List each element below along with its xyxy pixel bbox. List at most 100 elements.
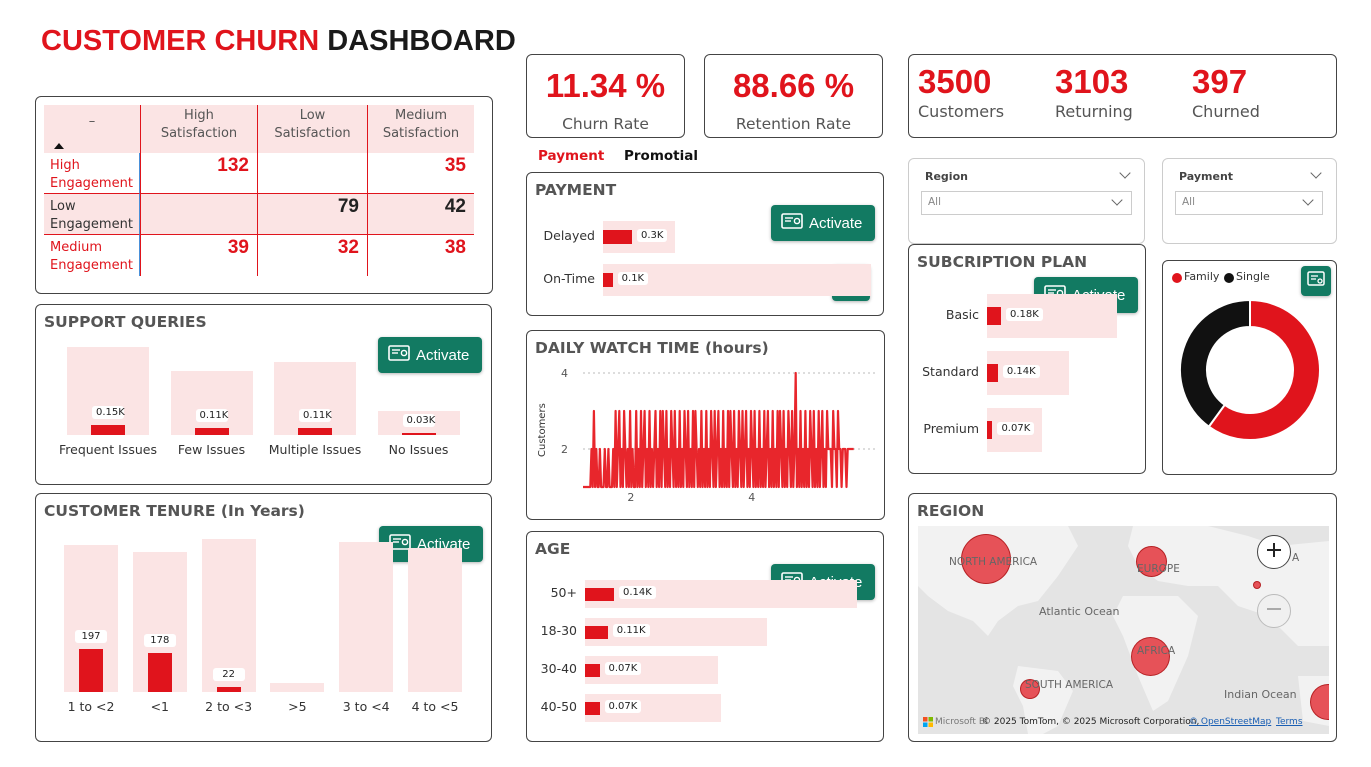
matrix-row-header[interactable]: Medium Engagement bbox=[44, 235, 140, 276]
returning-label: Returning bbox=[1055, 102, 1133, 121]
subscription-plan-card: SUBCRIPTION PLAN Activate 0.18KBasic0.14… bbox=[908, 244, 1146, 474]
map-label-asia: A bbox=[1292, 552, 1300, 564]
daily-watch-time-chart: 4 2 2 4 Customers bbox=[537, 367, 875, 504]
matrix-row-header[interactable]: High Engagement bbox=[44, 153, 140, 194]
matrix-column-header[interactable]: Medium Satisfaction bbox=[367, 105, 474, 153]
bubble-asia[interactable] bbox=[1253, 581, 1261, 589]
y-tick-label: 4 bbox=[561, 367, 568, 380]
bar[interactable] bbox=[603, 273, 613, 287]
bar-background bbox=[170, 370, 253, 435]
donut-slice[interactable] bbox=[1179, 298, 1251, 429]
map-label-south-america: SOUTH AMERICA bbox=[1025, 679, 1114, 691]
data-label: 0.11K bbox=[612, 624, 650, 637]
churn-rate-kpi: 11.34 % Churn Rate bbox=[526, 54, 685, 138]
category-label: 30-40 bbox=[540, 661, 577, 676]
payment-card: PAYMENT Activate 0.3K Delayed 0.1K On-Time bbox=[526, 172, 884, 316]
plus-icon bbox=[1264, 540, 1284, 564]
bar[interactable] bbox=[147, 653, 172, 692]
category-label: Basic bbox=[945, 307, 979, 322]
matrix-value-cell[interactable]: 35 bbox=[367, 153, 474, 194]
y-axis-label: Customers bbox=[537, 403, 548, 457]
data-label: 0.18K bbox=[1006, 308, 1043, 321]
churned-value: 397 bbox=[1192, 63, 1248, 100]
chevron-down-icon[interactable] bbox=[1310, 167, 1322, 179]
matrix-value-cell[interactable] bbox=[257, 153, 367, 194]
plan-type-donut bbox=[1179, 298, 1321, 441]
region-slicer-label: Region bbox=[925, 170, 968, 183]
map-label-africa: AFRICA bbox=[1137, 645, 1176, 657]
region-map-title: REGION bbox=[917, 502, 985, 520]
data-label: 0.03K bbox=[402, 414, 435, 427]
zoom-out-button[interactable] bbox=[1257, 594, 1291, 628]
bar[interactable] bbox=[585, 701, 600, 715]
terms-link[interactable]: Terms bbox=[1276, 717, 1303, 727]
payment-dropdown[interactable]: All bbox=[1175, 191, 1323, 215]
data-label: 0.07K bbox=[997, 422, 1035, 435]
data-label: 0.07K bbox=[604, 662, 642, 675]
activate-button[interactable]: Activate bbox=[771, 205, 875, 241]
watch-time-line[interactable] bbox=[583, 371, 854, 489]
matrix-column-header[interactable]: High Satisfaction bbox=[140, 105, 257, 153]
bar[interactable] bbox=[91, 425, 125, 435]
matrix-value-cell[interactable]: 39 bbox=[140, 235, 257, 276]
bar[interactable] bbox=[987, 364, 998, 382]
tab-payment[interactable]: Payment bbox=[538, 148, 604, 164]
churn-rate-value: 11.34 % bbox=[545, 67, 666, 104]
minus-icon bbox=[1264, 599, 1284, 623]
bar-background bbox=[274, 361, 356, 435]
bar[interactable] bbox=[401, 433, 436, 435]
data-label: 197 bbox=[75, 630, 107, 643]
matrix-column-header[interactable]: Low Satisfaction bbox=[257, 105, 367, 153]
region-map[interactable]: NORTH AMERICA EUROPE A Atlantic Ocean AF… bbox=[918, 526, 1329, 734]
chevron-down-icon bbox=[1302, 194, 1314, 206]
matrix-value-cell[interactable] bbox=[140, 194, 257, 235]
retention-rate-kpi: 88.66 % Retention Rate bbox=[704, 54, 883, 138]
bar-background bbox=[67, 347, 149, 435]
data-label: 178 bbox=[143, 634, 176, 648]
region-slicer: Region All bbox=[908, 158, 1145, 244]
page-title: CUSTOMER CHURN DASHBOARD bbox=[41, 25, 516, 58]
subscription-plan-title: SUBCRIPTION PLAN bbox=[917, 253, 1088, 271]
data-label: 0.11K bbox=[299, 408, 332, 422]
data-label: 0.3K bbox=[637, 229, 668, 242]
bar[interactable] bbox=[216, 687, 241, 692]
bar[interactable] bbox=[194, 427, 229, 435]
bar[interactable] bbox=[603, 230, 632, 244]
matrix-value-cell[interactable]: 42 bbox=[367, 194, 474, 235]
churn-rate-label: Churn Rate bbox=[562, 115, 649, 133]
chevron-down-icon bbox=[1111, 194, 1123, 206]
bar[interactable] bbox=[79, 649, 103, 692]
category-label: 4 to <5 bbox=[411, 699, 459, 714]
bar[interactable] bbox=[585, 587, 614, 601]
matrix-corner[interactable]: – bbox=[44, 105, 140, 153]
title-red-part: CUSTOMER CHURN bbox=[41, 25, 320, 57]
data-label: 0.07K bbox=[604, 700, 642, 713]
bar[interactable] bbox=[585, 625, 608, 639]
sort-up-icon[interactable] bbox=[54, 143, 64, 149]
category-label: Few Issues bbox=[177, 442, 246, 457]
matrix-value-cell[interactable]: 79 bbox=[257, 194, 367, 235]
region-dropdown[interactable]: All bbox=[921, 191, 1132, 215]
data-label: 0.14K bbox=[1002, 365, 1040, 378]
category-label: Multiple Issues bbox=[268, 442, 362, 457]
data-label: 0.1K bbox=[617, 272, 649, 285]
bar[interactable] bbox=[987, 307, 1001, 325]
microsoft-brand-text: Microsoft Bi bbox=[935, 717, 988, 727]
matrix-value-cell[interactable]: 132 bbox=[140, 153, 257, 194]
matrix-value-cell[interactable]: 32 bbox=[257, 235, 367, 276]
bar[interactable] bbox=[987, 421, 993, 439]
zoom-in-button[interactable] bbox=[1257, 535, 1291, 569]
matrix-value-cell[interactable]: 38 bbox=[367, 235, 474, 276]
openstreetmap-link[interactable]: © OpenStreetMap bbox=[1189, 717, 1271, 727]
customers-label: Customers bbox=[918, 102, 1005, 121]
activate-button[interactable]: Activate bbox=[378, 337, 482, 373]
bar[interactable] bbox=[585, 663, 600, 677]
category-label: 18-30 bbox=[540, 623, 577, 638]
data-label: 0.15K bbox=[92, 406, 125, 419]
retention-rate-value: 88.66 % bbox=[732, 67, 855, 104]
tab-promotial[interactable]: Promotial bbox=[624, 148, 698, 164]
bar[interactable] bbox=[298, 427, 332, 435]
map-label-north-america: NORTH AMERICA bbox=[949, 556, 1038, 568]
matrix-row-header[interactable]: Low Engagement bbox=[44, 194, 140, 235]
chevron-down-icon[interactable] bbox=[1119, 167, 1131, 179]
